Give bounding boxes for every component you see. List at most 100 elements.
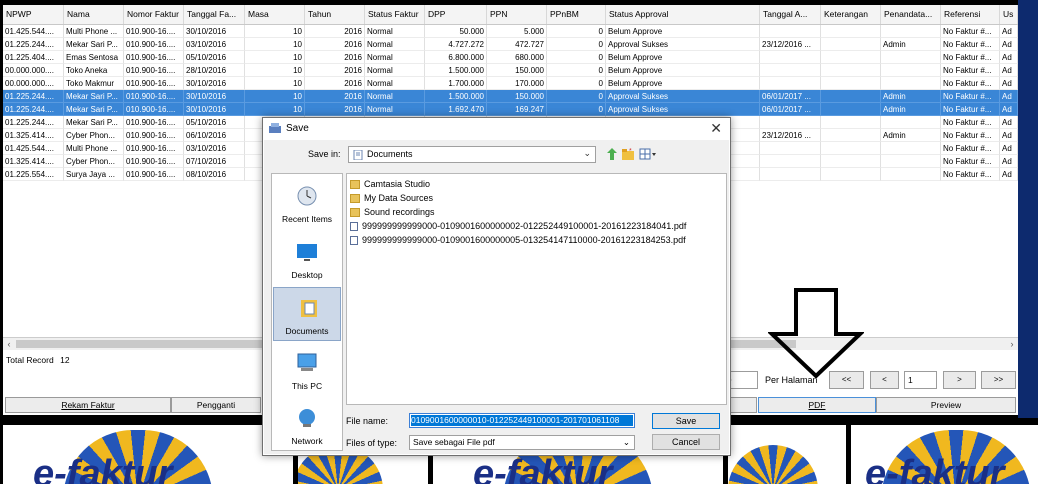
places-bar: Recent Items Desktop Documents This PC N… <box>271 173 343 451</box>
folder-item[interactable]: Sound recordings <box>350 206 435 219</box>
column-header[interactable]: Us <box>1000 5 1018 24</box>
save-button[interactable]: Save <box>652 413 720 429</box>
save-in-value: Documents <box>367 149 413 159</box>
table-cell: Normal <box>365 103 425 116</box>
table-header: NPWP Nama Nomor Faktur Tanggal Fa... Masa Tah… <box>3 5 1018 25</box>
table-cell: Ad <box>1000 155 1018 168</box>
table-cell: Belum Approve <box>606 77 760 90</box>
table-cell: No Faktur #... <box>941 116 1000 129</box>
column-header[interactable]: DPP <box>425 5 487 24</box>
column-header[interactable]: PPnBM <box>547 5 606 24</box>
table-cell <box>821 103 881 116</box>
column-header[interactable]: Tanggal Fa... <box>184 5 245 24</box>
place-network[interactable]: Network <box>272 398 342 452</box>
folder-icon <box>350 180 360 190</box>
cancel-button[interactable]: Cancel <box>652 434 720 450</box>
save-in-select[interactable]: Documents ⌄ <box>348 146 596 163</box>
total-record-value: 12 <box>60 355 70 365</box>
table-cell: 10 <box>245 64 305 77</box>
column-header[interactable]: Status Faktur <box>365 5 425 24</box>
file-list: Camtasia Studio My Data Sources Sound reco… <box>346 173 727 405</box>
file-item[interactable]: 999999999999000-0109001600000002-0122524… <box>350 220 686 233</box>
table-cell <box>881 116 941 129</box>
hidden-button[interactable] <box>727 397 757 413</box>
folder-item[interactable]: My Data Sources <box>350 192 433 205</box>
table-cell: Cyber Phon... <box>64 155 124 168</box>
table-cell: 0 <box>547 64 606 77</box>
table-cell: 05/10/2016 <box>184 51 245 64</box>
table-row[interactable]: 01.225.404.... Emas Sentosa 010.900-16....… <box>3 51 1018 64</box>
prev-page-button[interactable]: < <box>870 371 899 389</box>
logo-panel-1: e-faktur <box>3 425 293 484</box>
column-header[interactable]: Status Approval <box>606 5 760 24</box>
place-recent-items[interactable]: Recent Items <box>272 176 342 230</box>
table-cell: Ad <box>1000 142 1018 155</box>
pdf-file-icon <box>350 222 358 232</box>
column-header[interactable]: Nomor Faktur <box>124 5 184 24</box>
table-row[interactable]: 01.225.244.... Mekar Sari P... 010.900-16.… <box>3 103 1018 116</box>
last-page-button[interactable]: >> <box>981 371 1016 389</box>
table-cell: 00.000.000.... <box>3 77 64 90</box>
column-header[interactable]: Tanggal A... <box>760 5 821 24</box>
column-header[interactable]: Nama <box>64 5 124 24</box>
column-header[interactable]: Referensi <box>941 5 1000 24</box>
pengganti-button[interactable]: Pengganti <box>171 397 261 413</box>
table-row[interactable]: 01.225.244.... Mekar Sari P... 010.900-16.… <box>3 38 1018 51</box>
table-row[interactable]: 00.000.000.... Toko Makmur 010.900-16.... 3… <box>3 77 1018 90</box>
folder-item[interactable]: Camtasia Studio <box>350 178 430 191</box>
column-header[interactable]: Tahun <box>305 5 365 24</box>
files-of-type-select[interactable]: Save sebagai File pdf ⌄ <box>409 435 635 450</box>
table-cell: 05/10/2016 <box>184 116 245 129</box>
table-cell: 010.900-16.... <box>124 51 184 64</box>
table-cell: No Faktur #... <box>941 103 1000 116</box>
table-cell <box>821 25 881 38</box>
preview-button[interactable]: Preview <box>876 397 1016 413</box>
up-folder-icon[interactable] <box>605 147 619 161</box>
column-header[interactable]: NPWP <box>3 5 64 24</box>
column-header[interactable]: Keterangan <box>821 5 881 24</box>
table-cell: 10 <box>245 77 305 90</box>
scroll-right-icon[interactable]: › <box>1006 338 1018 350</box>
table-cell: 010.900-16.... <box>124 103 184 116</box>
table-row[interactable]: 00.000.000.... Toko Aneka 010.900-16.... 28… <box>3 64 1018 77</box>
table-cell: 1.500.000 <box>425 64 487 77</box>
table-cell: 010.900-16.... <box>124 38 184 51</box>
computer-icon <box>297 353 317 371</box>
table-cell: 0 <box>547 25 606 38</box>
pdf-button[interactable]: PDF <box>758 397 876 413</box>
emblem-icon <box>728 445 818 484</box>
file-item[interactable]: 999999999999000-0109001600000005-0132541… <box>350 234 686 247</box>
table-cell: 2016 <box>305 64 365 77</box>
column-header[interactable]: Masa <box>245 5 305 24</box>
place-this-pc[interactable]: This PC <box>272 343 342 397</box>
file-name-input[interactable]: 0109001600000010-012252449100001-2017010… <box>409 413 635 428</box>
table-cell: Ad <box>1000 90 1018 103</box>
files-of-type-label: Files of type: <box>346 438 398 448</box>
column-header[interactable]: Penandata... <box>881 5 941 24</box>
table-cell <box>881 25 941 38</box>
table-cell: 10 <box>245 90 305 103</box>
place-documents[interactable]: Documents <box>273 287 341 341</box>
place-desktop[interactable]: Desktop <box>272 232 342 286</box>
page-input[interactable]: 1 <box>904 371 937 389</box>
close-icon[interactable]: ✕ <box>710 120 722 137</box>
view-menu-icon[interactable] <box>639 147 657 161</box>
table-row[interactable]: 01.225.244.... Mekar Sari P... 010.900-16.… <box>3 90 1018 103</box>
table-cell <box>881 64 941 77</box>
next-page-button[interactable]: > <box>943 371 976 389</box>
table-cell: 06/01/2017 ... <box>760 103 821 116</box>
table-cell: No Faktur #... <box>941 168 1000 181</box>
table-cell: 03/10/2016 <box>184 142 245 155</box>
rekam-faktur-button[interactable]: Rekam Faktur <box>5 397 171 413</box>
table-cell: 010.900-16.... <box>124 25 184 38</box>
table-row[interactable]: 01.425.544.... Multi Phone ... 010.900-16.… <box>3 25 1018 38</box>
table-cell: Normal <box>365 25 425 38</box>
table-cell: 10 <box>245 103 305 116</box>
table-cell: 1.500.000 <box>425 90 487 103</box>
place-label: Network <box>291 436 323 446</box>
scroll-left-icon[interactable]: ‹ <box>3 338 15 350</box>
new-folder-icon[interactable]: * <box>621 147 635 161</box>
table-cell: 08/10/2016 <box>184 168 245 181</box>
column-header[interactable]: PPN <box>487 5 547 24</box>
table-cell: 06/10/2016 <box>184 129 245 142</box>
